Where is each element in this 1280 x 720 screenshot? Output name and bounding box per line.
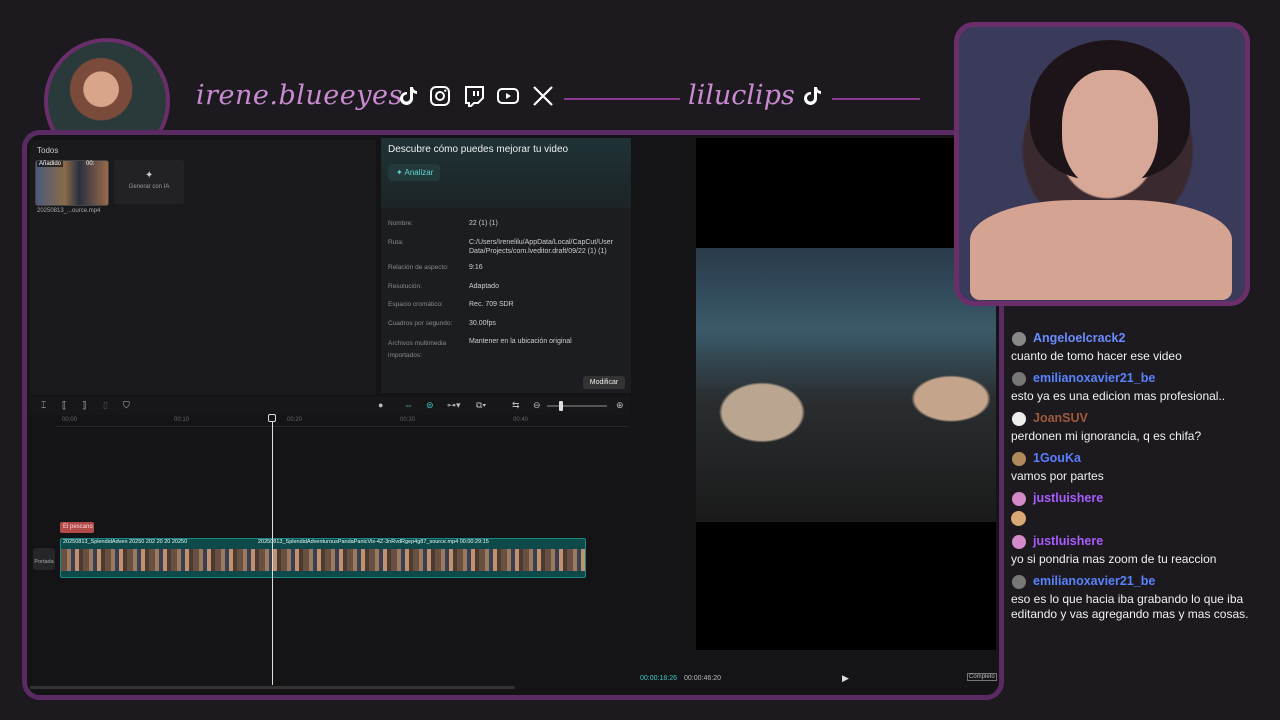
detail-key: Archivos multimedia importados: <box>388 340 447 359</box>
twitch-icon <box>462 84 486 108</box>
detail-value: C:/Users/Irenelilu/AppData/Local/CapCut/… <box>469 239 613 255</box>
chat-user-badge-icon <box>1012 452 1026 466</box>
generate-ai-card[interactable] <box>114 160 184 204</box>
clip-handle: liluclips <box>688 80 795 111</box>
detail-key: Cuadros por segundo: <box>388 320 453 327</box>
chat-message <box>1011 511 1261 530</box>
preview-axis-icon[interactable]: ⧉▾ <box>476 400 486 411</box>
sparkle-icon: ✦ <box>145 170 154 181</box>
clip-filmstrip <box>61 549 585 571</box>
split-icon[interactable]: ⟦ <box>62 400 66 411</box>
cover-button[interactable]: Portada <box>33 548 55 570</box>
analyze-label: Analizar <box>404 168 434 177</box>
ruler-tick: 00:10 <box>174 417 190 423</box>
instagram-icon <box>428 84 452 108</box>
chat-username[interactable]: Angeloelcrack2 <box>1033 331 1125 345</box>
timeline-ruler[interactable] <box>56 416 628 427</box>
ruler-tick: 00:40 <box>513 417 529 423</box>
zoom-slider-knob[interactable] <box>559 401 563 411</box>
current-time: 00:00:18:26 <box>640 675 677 682</box>
details-title: Descubre cómo puedes mejorar tu video <box>388 144 569 155</box>
thumb-duration: 00: <box>86 161 95 167</box>
ruler-tick: 00:20 <box>287 417 303 423</box>
ruler-tick: 00:30 <box>400 417 416 423</box>
playhead[interactable] <box>272 415 273 685</box>
chat-user-badge-icon <box>1012 575 1026 589</box>
detail-value: 9:16 <box>469 264 483 271</box>
detail-value: Adaptado <box>469 283 499 290</box>
chat-message: perdonen mi ignorancia, q es chifa? <box>1011 429 1202 443</box>
tab-all[interactable]: Todos <box>37 146 58 155</box>
mic-icon[interactable]: ● <box>378 400 383 410</box>
zoom-out-icon[interactable]: ⊖ <box>533 400 541 411</box>
clip-title: 20250813_SplendidAdventurousPandaPanicVi… <box>258 539 489 545</box>
detail-value: 30.00fps <box>469 320 496 327</box>
x-icon <box>531 84 555 108</box>
added-badge: Añadido <box>37 161 64 167</box>
divider-line <box>564 98 680 100</box>
chat-username[interactable]: JoanSUV <box>1033 411 1088 425</box>
media-filename: 20250813_...ource.mp4 <box>37 208 101 214</box>
delete-icon[interactable]: ▯ <box>103 400 108 411</box>
detail-key: Nombre: <box>388 220 413 227</box>
playhead-handle[interactable] <box>268 414 276 422</box>
detail-value: 22 (1) (1) <box>469 220 498 227</box>
chat-user-badge-icon <box>1012 492 1026 506</box>
magnet-icon[interactable]: ⊜ <box>426 400 434 411</box>
zoom-slider[interactable] <box>547 405 607 407</box>
split-right-icon[interactable]: ⟧ <box>82 400 86 411</box>
fullscreen-button[interactable]: Completo <box>967 673 997 681</box>
chat-user-badge-icon <box>1012 332 1026 346</box>
emote-icon <box>1011 511 1026 526</box>
chat-username[interactable]: 1GouKa <box>1033 451 1081 465</box>
ruler-tick: 00:00 <box>62 417 78 423</box>
tiktok-icon <box>396 84 420 108</box>
streamer-handle: irene.blueeyes <box>196 80 403 111</box>
sparkle-icon: ✦ <box>396 168 403 177</box>
chat-user-badge-icon <box>1012 372 1026 386</box>
tiktok-icon <box>800 84 824 108</box>
detail-key: Espacio cromático: <box>388 301 443 308</box>
chat-user-badge-icon <box>1012 535 1026 549</box>
video-frame <box>696 248 996 522</box>
chat-message: esto ya es una edicion mas profesional.. <box>1011 389 1226 403</box>
play-icon[interactable]: ▶ <box>842 673 849 684</box>
chat-username[interactable]: justluishere <box>1033 534 1103 548</box>
shield-icon[interactable]: ⛉ <box>123 400 130 411</box>
chat-message: cuanto de tomo hacer ese video <box>1011 349 1182 363</box>
detail-key: Ruta: <box>388 239 404 246</box>
zoom-in-icon[interactable]: ⊕ <box>616 400 624 411</box>
webcam-face <box>1062 70 1158 190</box>
chat-username[interactable]: emilianoxavier21_be <box>1033 574 1155 588</box>
generate-ai-label: Generar con IA <box>128 184 170 190</box>
chat-username[interactable]: justluishere <box>1033 491 1103 505</box>
chat-user-badge-icon <box>1012 412 1026 426</box>
snap-icon[interactable]: ⊶▾ <box>447 400 461 411</box>
timeline-scrollbar[interactable] <box>30 686 515 689</box>
divider-line <box>832 98 920 100</box>
chat-message: vamos por partes <box>1011 469 1104 483</box>
detail-key: Resolución: <box>388 283 422 290</box>
modify-button[interactable]: Modificar <box>583 376 625 389</box>
youtube-icon <box>496 84 520 108</box>
webcam-body <box>970 200 1232 300</box>
fit-icon[interactable]: ⇆ <box>512 400 520 411</box>
sticker-clip[interactable]: El pescano <box>60 522 94 533</box>
detail-value: Rec. 709 SDR <box>469 301 514 308</box>
select-tool-icon[interactable]: ⌶ <box>41 400 46 411</box>
detail-value: Mantener en la ubicación original <box>469 338 572 345</box>
total-time: 00:00:46:20 <box>684 675 721 682</box>
chat-message: eso es lo que hacia iba grabando lo que … <box>1011 592 1249 621</box>
chat-username[interactable]: emilianoxavier21_be <box>1033 371 1155 385</box>
link-icon[interactable]: ⇔ <box>404 400 413 410</box>
chat-message: yo si pondria mas zoom de tu reaccion <box>1011 552 1217 566</box>
analyze-button[interactable]: ✦ Analizar <box>388 164 440 181</box>
clip-title: 20250813_SplendidAdven 20250 202 20 20 2… <box>63 539 188 545</box>
detail-key: Relación de aspecto: <box>388 264 449 271</box>
